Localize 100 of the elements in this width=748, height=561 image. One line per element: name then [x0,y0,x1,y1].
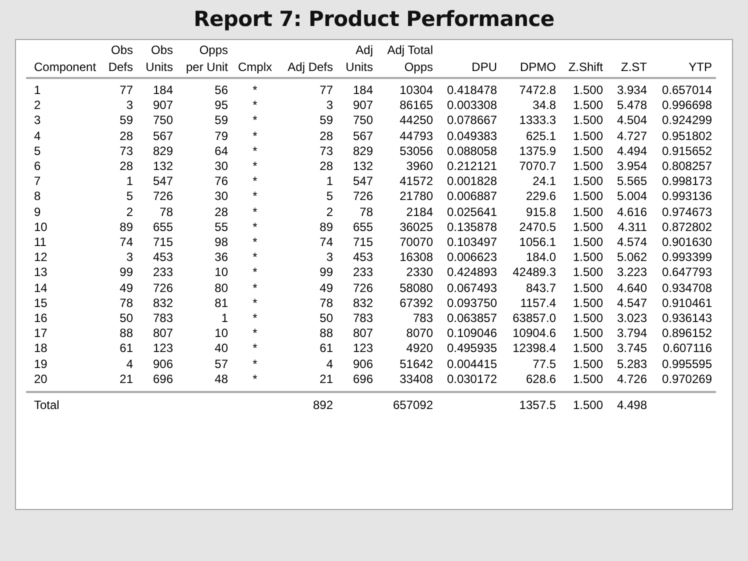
table-cell: 5.478 [616,98,647,112]
table-cell: 1.500 [572,341,603,356]
table-cell: 0.212121 [446,159,497,174]
table-cell: 3.794 [616,326,647,340]
table-cell: 807 [152,326,173,340]
table-cell: 829 [352,144,373,158]
table-cell: 0.951802 [662,128,712,143]
table-cell: 1.500 [572,144,603,158]
table-cell: 0.001828 [446,174,497,188]
table-cell: 1.500 [572,189,603,204]
table-cell: 70070 [400,235,433,250]
table-cell: 453 [152,250,173,264]
table-cell: 0.003308 [446,98,497,112]
table-cell: 67392 [400,296,433,310]
table-cell: 0.025641 [446,204,497,219]
table-cell: 79 [214,128,228,143]
table-cell: 0.995595 [662,356,712,371]
table-cell: 49 [120,280,133,295]
table-cell: * [252,250,258,264]
table-cell: 61 [120,341,133,356]
table-cell: 77 [320,83,333,97]
table-cell: 10304 [400,83,433,97]
table-cell: 8070 [406,326,433,340]
table-cell: 3.934 [616,83,647,97]
table-cell: 10 [214,265,228,280]
table-cell: 0.647793 [662,265,712,280]
table-cell: 0.607116 [662,341,712,356]
column-header: Component [34,60,96,74]
table-cell: 41572 [400,174,433,188]
table-cell: 2 [126,204,133,219]
table-cell: 2330 [406,265,433,280]
table-cell: * [252,265,258,280]
table-cell: 51642 [400,356,433,371]
table-cell: 9 [34,204,41,219]
table-cell: 2 [326,204,333,219]
table-cell: 99 [120,265,133,280]
table-cell: 0.030172 [446,372,497,386]
table-cell: 184 [352,83,373,97]
column-header: DPU [472,60,497,74]
table-cell: 3 [326,250,333,264]
column-header: YTP [688,60,712,74]
table-cell: 28 [120,128,133,143]
table-cell: 28 [214,204,228,219]
table-cell: 3 [34,113,41,128]
table-cell: 726 [152,280,173,295]
table-cell: 5.062 [616,250,647,264]
table-cell: 4.494 [616,144,647,158]
table-cell: * [252,144,258,158]
table-cell: 0.915652 [662,144,712,158]
table-cell: 81 [214,296,228,310]
table-cell: 906 [352,356,373,371]
table-cell: 21 [320,372,333,386]
table-cell: 78 [160,204,173,219]
table-cell: 89 [120,220,133,234]
table-cell: 783 [152,311,173,326]
table-cell: 5.283 [616,356,647,371]
table-cell: 547 [152,174,173,188]
table-cell: 0.006623 [446,250,497,264]
table-cell: 0.093750 [446,296,497,310]
table-cell: 132 [152,159,173,174]
table-cell: 453 [352,250,373,264]
table-cell: * [252,128,258,143]
table-cell: * [252,189,258,204]
table-cell: 4.616 [616,204,647,219]
table-cell: 715 [352,235,373,250]
column-header: Z.ST [621,60,647,74]
table-cell: 832 [352,296,373,310]
table-cell: 1.500 [572,250,603,264]
table-cell: 10904.6 [512,326,556,340]
table-cell: 5.565 [616,174,647,188]
table-cell: 4 [326,356,333,371]
table-cell: 4920 [406,341,433,356]
table-cell: 89 [320,220,333,234]
table-cell: 3.745 [616,341,647,356]
table-cell: 0.896152 [662,326,712,340]
table-cell: 0.067493 [446,280,497,295]
table-cell: 77 [120,83,133,97]
table-cell: 42489.3 [512,265,556,280]
table-cell: * [252,98,258,112]
table-cell: 628.6 [526,372,556,386]
table-cell: 1.500 [572,159,603,174]
table-cell: 0.495935 [446,341,497,356]
table-cell: 229.6 [526,189,556,204]
table-cell: 30 [214,159,228,174]
table-cell: 13 [34,265,48,280]
table-cell: 98 [214,235,228,250]
total-cell: 4.498 [616,398,647,412]
table-cell: * [252,326,258,340]
table-cell: 1.500 [572,235,603,250]
column-header: Adj Defs [288,60,333,74]
table-cell: 1.500 [572,280,603,295]
table-cell: 55 [214,220,228,234]
table-cell: 18 [34,341,48,356]
table-cell: 53056 [400,144,433,158]
table-cell: * [252,280,258,295]
table-cell: 907 [352,98,373,112]
table-cell: 5 [126,189,133,204]
table-cell: * [252,311,258,326]
table-cell: 12 [34,250,48,264]
table-cell: 123 [352,341,373,356]
